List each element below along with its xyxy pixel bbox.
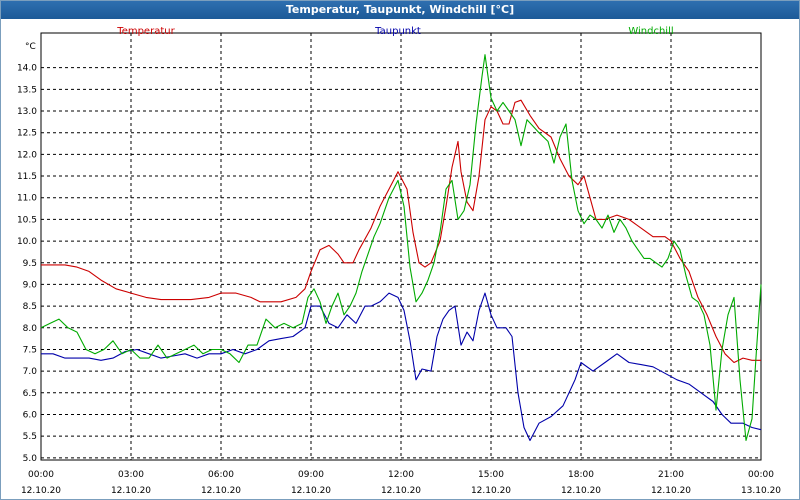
x-tick-time: 12:00 (388, 470, 414, 480)
y-tick-label: 13.5 (17, 85, 37, 95)
y-tick-label: 6.0 (23, 410, 38, 420)
grid (40, 32, 762, 461)
legend-taupunkt: Taupunkt (374, 26, 421, 37)
x-tick-date: 12.10.20 (651, 486, 691, 496)
x-tick-time: 00:00 (28, 470, 54, 480)
chart-title: Temperatur, Taupunkt, Windchill [°C] (1, 1, 799, 19)
y-axis-label: °C (25, 42, 36, 52)
x-axis-ticks: 00:00 12.10.20 03:00 12.10.20 06:00 12.10.20 0… (21, 470, 781, 496)
y-tick-label: 9.5 (23, 259, 37, 269)
x-tick-date: 12.10.20 (201, 486, 241, 496)
y-tick-label: 7.5 (23, 345, 37, 355)
y-tick-label: 11.0 (17, 194, 37, 204)
x-tick-time: 00:00 (748, 470, 774, 480)
y-tick-label: 6.5 (23, 389, 37, 399)
x-tick-time: 09:00 (298, 470, 324, 480)
y-tick-label: 12.0 (17, 150, 37, 160)
y-tick-label: 9.0 (23, 280, 38, 290)
x-tick-time: 15:00 (478, 470, 504, 480)
x-tick-time: 18:00 (568, 470, 594, 480)
y-tick-label: 5.5 (23, 432, 37, 442)
y-tick-label: 5.0 (23, 454, 38, 464)
x-tick-time: 21:00 (658, 470, 684, 480)
x-tick-date: 12.10.20 (21, 486, 61, 496)
x-tick-date: 13.10.20 (741, 486, 781, 496)
y-tick-label: 11.5 (17, 172, 37, 182)
x-tick-time: 06:00 (208, 470, 234, 480)
y-tick-label: 13.0 (17, 107, 37, 117)
y-tick-label: 10.5 (17, 215, 37, 225)
y-axis-ticks: 5.0 5.5 6.0 6.5 7.0 7.5 8.0 8.5 9.0 9.5 10.0 10.5 11… (17, 64, 37, 464)
y-tick-label: 7.0 (23, 367, 38, 377)
x-tick-time: 03:00 (118, 470, 144, 480)
x-tick-date: 12.10.20 (381, 486, 421, 496)
x-tick-date: 12.10.20 (471, 486, 511, 496)
x-tick-date: 12.10.20 (291, 486, 331, 496)
chart-window: Temperatur, Taupunkt, Windchill [°C] °C … (0, 0, 800, 500)
x-tick-date: 12.10.20 (111, 486, 151, 496)
legend-windchill: Windchill (628, 26, 673, 37)
y-tick-label: 12.5 (17, 129, 37, 139)
legend-temperatur: Temperatur (116, 26, 175, 37)
y-tick-label: 8.5 (23, 302, 37, 312)
line-chart: °C 5.0 5.5 6.0 6.5 7.0 7.5 8.0 8.5 9.0 9.5 10.0 10.… (17, 26, 781, 496)
y-tick-label: 10.0 (17, 237, 37, 247)
y-tick-label: 8.0 (23, 324, 38, 334)
x-tick-date: 12.10.20 (561, 486, 601, 496)
y-tick-label: 14.0 (17, 64, 37, 74)
